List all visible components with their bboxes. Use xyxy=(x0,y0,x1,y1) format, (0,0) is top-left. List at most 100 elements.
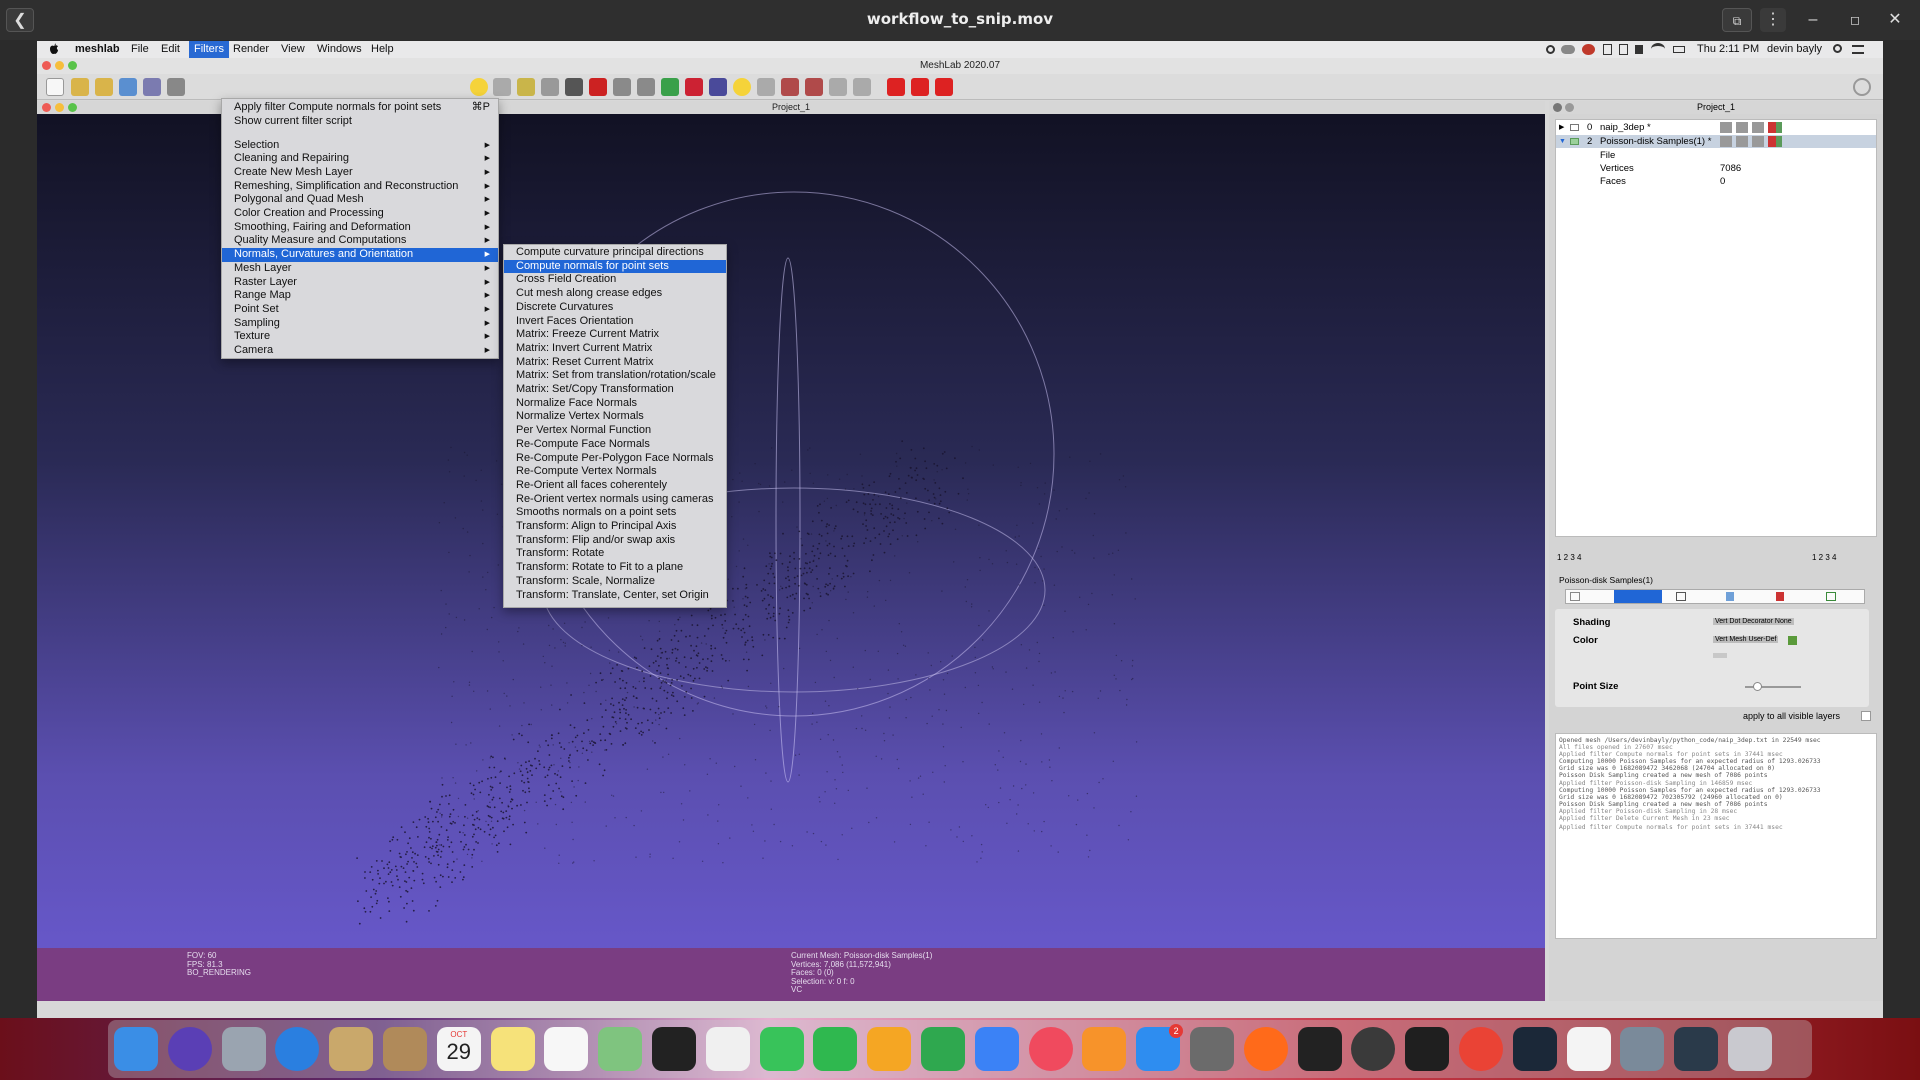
submenu-item-transform-rotate-to-fit-to-a-plane[interactable]: Transform: Rotate to Fit to a plane xyxy=(504,561,726,575)
color-options[interactable]: Vert Mesh User-Def xyxy=(1713,636,1779,643)
launchpad-icon[interactable] xyxy=(221,1027,266,1071)
close-viewport-button[interactable] xyxy=(42,103,51,112)
minimize-viewport-button[interactable] xyxy=(55,103,64,112)
submenu-item-re-compute-vertex-normals[interactable]: Re-Compute Vertex Normals xyxy=(504,465,726,479)
menu-item-show-filter-script[interactable]: Show current filter script xyxy=(222,115,498,129)
meshlab-icon[interactable] xyxy=(652,1027,696,1071)
music-icon[interactable] xyxy=(1028,1027,1073,1071)
app-store-icon[interactable]: 2 xyxy=(1136,1024,1184,1071)
visibility-icon[interactable] xyxy=(1570,124,1579,131)
kebab-menu-icon[interactable]: ⋮ xyxy=(1760,8,1786,32)
menu-category-texture[interactable]: Texture ▶ xyxy=(222,330,498,344)
invert-selection-icon[interactable] xyxy=(829,78,847,96)
clock[interactable]: Thu 2:11 PM xyxy=(1697,43,1759,55)
submenu-item-transform-align-to-principal-axis[interactable]: Transform: Align to Principal Axis xyxy=(504,520,726,534)
submenu-item-matrix-freeze-current-matrix[interactable]: Matrix: Freeze Current Matrix xyxy=(504,328,726,342)
calendar-icon[interactable]: OCT 29 xyxy=(436,1027,481,1071)
volume-icon[interactable] xyxy=(1635,45,1643,54)
layer-name[interactable]: naip_3dep * xyxy=(1600,121,1651,134)
annotation-icon[interactable] xyxy=(470,78,488,96)
visibility-icon[interactable] xyxy=(1570,138,1579,145)
menu-edit[interactable]: Edit xyxy=(161,43,180,55)
numbers-icon[interactable] xyxy=(921,1027,965,1071)
keynote-icon[interactable] xyxy=(974,1027,1019,1071)
menu-category-remeshing-simplification-and-reconstruction[interactable]: Remeshing, Simplification and Reconstruc… xyxy=(222,180,498,194)
quicktime-icon[interactable] xyxy=(1674,1027,1719,1071)
spotlight-search-icon[interactable] xyxy=(1833,44,1842,53)
facetime-icon[interactable] xyxy=(813,1027,858,1071)
cloud-icon[interactable] xyxy=(1561,45,1575,54)
snapshot-icon[interactable] xyxy=(167,78,185,96)
submenu-item-matrix-reset-current-matrix[interactable]: Matrix: Reset Current Matrix xyxy=(504,356,726,370)
picture-in-picture-icon[interactable]: ⧉ xyxy=(1722,8,1752,32)
wifi-icon[interactable] xyxy=(1651,43,1665,55)
layer-row[interactable]: ▼ 2 Poisson-disk Samples(1) * xyxy=(1556,135,1876,148)
layer-tags-icon[interactable] xyxy=(1720,136,1782,147)
submenu-item-matrix-set-from-translation-rotation-scale[interactable]: Matrix: Set from translation/rotation/sc… xyxy=(504,369,726,383)
collapse-arrow-icon[interactable]: ▼ xyxy=(1559,135,1566,148)
menu-category-raster-layer[interactable]: Raster Layer ▶ xyxy=(222,276,498,290)
texture-tab-icon[interactable] xyxy=(1776,592,1784,601)
export-mesh-icon[interactable] xyxy=(143,78,161,96)
submenu-item-smooths-normals-on-a-point-sets[interactable]: Smooths normals on a point sets xyxy=(504,506,726,520)
submenu-item-re-orient-all-faces-coherentely[interactable]: Re-Orient all faces coherentely xyxy=(504,479,726,493)
menu-category-cleaning-and-repairing[interactable]: Cleaning and Repairing ▶ xyxy=(222,152,498,166)
menu-category-camera[interactable]: Camera ▶ xyxy=(222,344,498,358)
measure-icon[interactable] xyxy=(493,78,511,96)
pick-points-icon[interactable] xyxy=(517,78,535,96)
steam-icon[interactable] xyxy=(1512,1027,1557,1071)
decorators-tab-icon[interactable] xyxy=(1826,592,1836,601)
record-icon[interactable] xyxy=(1546,45,1555,54)
layer-row[interactable]: ▶ 0 naip_3dep * xyxy=(1556,121,1876,134)
delete-faces-icon[interactable] xyxy=(781,78,799,96)
submenu-item-normalize-vertex-normals[interactable]: Normalize Vertex Normals xyxy=(504,410,726,424)
sync-icon[interactable] xyxy=(1582,44,1595,55)
submenu-item-re-compute-face-normals[interactable]: Re-Compute Face Normals xyxy=(504,438,726,452)
menu-help[interactable]: Help xyxy=(371,43,394,55)
menu-category-range-map[interactable]: Range Map ▶ xyxy=(222,289,498,303)
delete-selected-vertices-icon[interactable] xyxy=(935,78,953,96)
menu-windows[interactable]: Windows xyxy=(317,43,362,55)
control-center-icon[interactable] xyxy=(1852,45,1864,54)
paint-icon[interactable] xyxy=(565,78,583,96)
search-icon[interactable] xyxy=(1853,78,1871,96)
submenu-item-matrix-invert-current-matrix[interactable]: Matrix: Invert Current Matrix xyxy=(504,342,726,356)
submenu-item-re-orient-vertex-normals-using-cameras[interactable]: Re-Orient vertex normals using cameras xyxy=(504,493,726,507)
minimize-button[interactable]: – xyxy=(1800,8,1826,32)
close-panel-icon[interactable] xyxy=(1553,103,1562,112)
minimize-window-button[interactable] xyxy=(55,61,64,70)
close-window-button[interactable] xyxy=(42,61,51,70)
new-project-icon[interactable] xyxy=(46,78,64,96)
zoom-window-button[interactable] xyxy=(68,61,77,70)
submenu-item-re-compute-per-polygon-face-normals[interactable]: Re-Compute Per-Polygon Face Normals xyxy=(504,452,726,466)
zoom-viewport-button[interactable] xyxy=(68,103,77,112)
page-selector-right[interactable]: 1 2 3 4 xyxy=(1812,553,1836,562)
user-name[interactable]: devin bayly xyxy=(1767,43,1822,55)
submenu-item-transform-flip-and-or-swap-axis[interactable]: Transform: Flip and/or swap axis xyxy=(504,534,726,548)
back-button[interactable]: ❮ xyxy=(6,8,34,32)
clear-selection-icon[interactable] xyxy=(853,78,871,96)
import-mesh-icon[interactable] xyxy=(95,78,113,96)
delete-selected-icon[interactable] xyxy=(887,78,905,96)
siri-icon[interactable] xyxy=(167,1027,212,1071)
security-icon[interactable] xyxy=(1603,44,1612,55)
menu-render[interactable]: Render xyxy=(233,43,269,55)
activity-monitor-icon[interactable] xyxy=(1297,1027,1342,1071)
layer-name[interactable]: Poisson-disk Samples(1) * xyxy=(1600,135,1711,148)
submenu-item-cut-mesh-along-crease-edges[interactable]: Cut mesh along crease edges xyxy=(504,287,726,301)
color-extra-button[interactable] xyxy=(1713,653,1727,658)
menu-category-smoothing-fairing-and-deformation[interactable]: Smoothing, Fairing and Deformation ▶ xyxy=(222,221,498,235)
photos-icon[interactable] xyxy=(705,1027,750,1071)
menu-category-create-new-mesh-layer[interactable]: Create New Mesh Layer ▶ xyxy=(222,166,498,180)
submenu-item-compute-curvature-principal-directions[interactable]: Compute curvature principal directions xyxy=(504,246,726,260)
menu-filters[interactable]: Filters xyxy=(189,41,229,58)
chrome-icon[interactable] xyxy=(1459,1027,1503,1071)
submenu-item-matrix-set-copy-transformation[interactable]: Matrix: Set/Copy Transformation xyxy=(504,383,726,397)
points-tab-icon[interactable] xyxy=(1614,590,1662,603)
notes-icon[interactable] xyxy=(490,1027,535,1071)
firefox-icon[interactable] xyxy=(1243,1027,1288,1071)
menu-category-normals-curvatures-and-orientation[interactable]: Normals, Curvatures and Orientation ▶ xyxy=(222,248,498,262)
submenu-item-per-vertex-normal-function[interactable]: Per Vertex Normal Function xyxy=(504,424,726,438)
select-component-icon[interactable] xyxy=(661,78,679,96)
submenu-item-transform-translate-center-set-origin[interactable]: Transform: Translate, Center, set Origin xyxy=(504,589,726,603)
